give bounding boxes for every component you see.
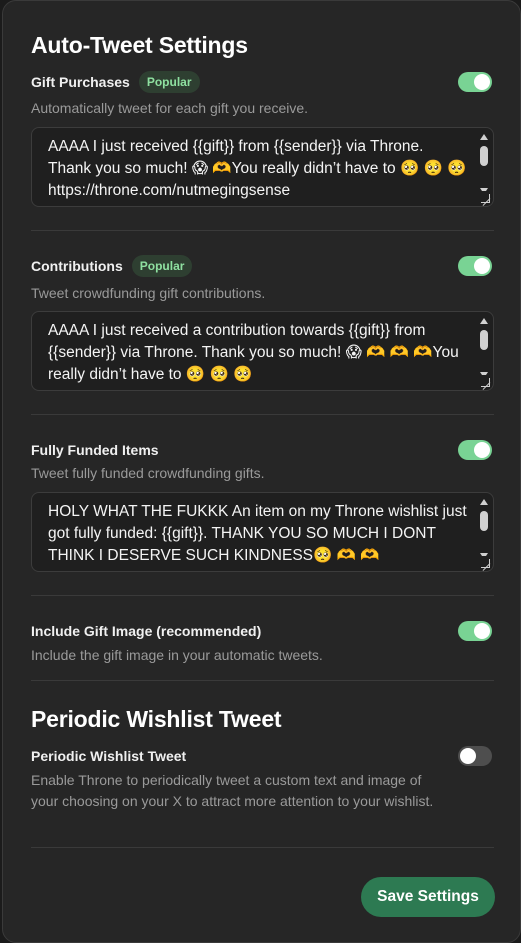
auto-tweet-title: Auto-Tweet Settings (31, 32, 248, 58)
textarea-scrollbar[interactable] (478, 497, 490, 561)
gift-purchases-description: Automatically tweet for each gift you re… (31, 100, 309, 116)
contributions-textarea[interactable]: AAAA I just received a contribution towa… (31, 311, 494, 391)
contributions-description: Tweet crowdfunding gift contributions. (31, 285, 266, 301)
fully-funded-label-row: Fully Funded Items (31, 442, 159, 458)
resize-handle-icon[interactable] (478, 191, 492, 205)
gift-purchases-label-row: Gift Purchases Popular (31, 71, 200, 93)
scroll-up-arrow-icon[interactable] (480, 318, 488, 324)
scroll-thumb[interactable] (480, 330, 488, 350)
divider (31, 680, 494, 681)
gift-purchases-textarea[interactable]: AAAA I just received {{gift}} from {{sen… (31, 127, 494, 207)
toggle-knob (474, 258, 490, 274)
scroll-up-arrow-icon[interactable] (480, 499, 488, 505)
textarea-scrollbar[interactable] (478, 132, 490, 196)
divider (31, 847, 494, 848)
contributions-label-row: Contributions Popular (31, 255, 193, 277)
contributions-toggle[interactable] (458, 256, 492, 276)
textarea-scrollbar[interactable] (478, 316, 490, 380)
divider (31, 414, 494, 415)
include-image-label: Include Gift Image (recommended) (31, 623, 262, 639)
periodic-title: Periodic Wishlist Tweet (31, 706, 282, 732)
popular-badge: Popular (138, 71, 200, 93)
periodic-description: Enable Throne to periodically tweet a cu… (31, 772, 434, 809)
toggle-knob (460, 748, 476, 764)
periodic-label: Periodic Wishlist Tweet (31, 748, 187, 764)
divider (31, 230, 494, 231)
scroll-up-arrow-icon[interactable] (480, 134, 488, 140)
fully-funded-textarea[interactable]: HOLY WHAT THE FUKKK An item on my Throne… (31, 492, 494, 572)
settings-panel: Auto-Tweet Settings Gift Purchases Popul… (2, 0, 521, 943)
scroll-thumb[interactable] (480, 511, 488, 531)
periodic-toggle[interactable] (458, 746, 492, 766)
gift-purchases-toggle[interactable] (458, 72, 492, 92)
toggle-knob (474, 623, 490, 639)
contributions-label: Contributions (31, 258, 123, 274)
fully-funded-label: Fully Funded Items (31, 442, 159, 458)
toggle-knob (474, 442, 490, 458)
save-settings-button[interactable]: Save Settings (361, 877, 495, 917)
gift-purchases-label: Gift Purchases (31, 74, 130, 90)
fully-funded-toggle[interactable] (458, 440, 492, 460)
toggle-knob (474, 74, 490, 90)
include-image-toggle[interactable] (458, 621, 492, 641)
contributions-template: AAAA I just received a contribution towa… (48, 322, 459, 383)
include-image-description: Include the gift image in your automatic… (31, 647, 323, 663)
include-image-label-row: Include Gift Image (recommended) (31, 623, 261, 639)
fully-funded-description: Tweet fully funded crowdfunding gifts. (31, 465, 265, 481)
divider (31, 595, 494, 596)
popular-badge: Popular (131, 255, 193, 277)
periodic-label-row: Periodic Wishlist Tweet (31, 748, 186, 764)
resize-handle-icon[interactable] (478, 375, 492, 389)
resize-handle-icon[interactable] (478, 556, 492, 570)
fully-funded-template: HOLY WHAT THE FUKKK An item on my Throne… (48, 503, 467, 564)
gift-purchases-template: AAAA I just received {{gift}} from {{sen… (48, 138, 467, 199)
scroll-thumb[interactable] (480, 146, 488, 166)
